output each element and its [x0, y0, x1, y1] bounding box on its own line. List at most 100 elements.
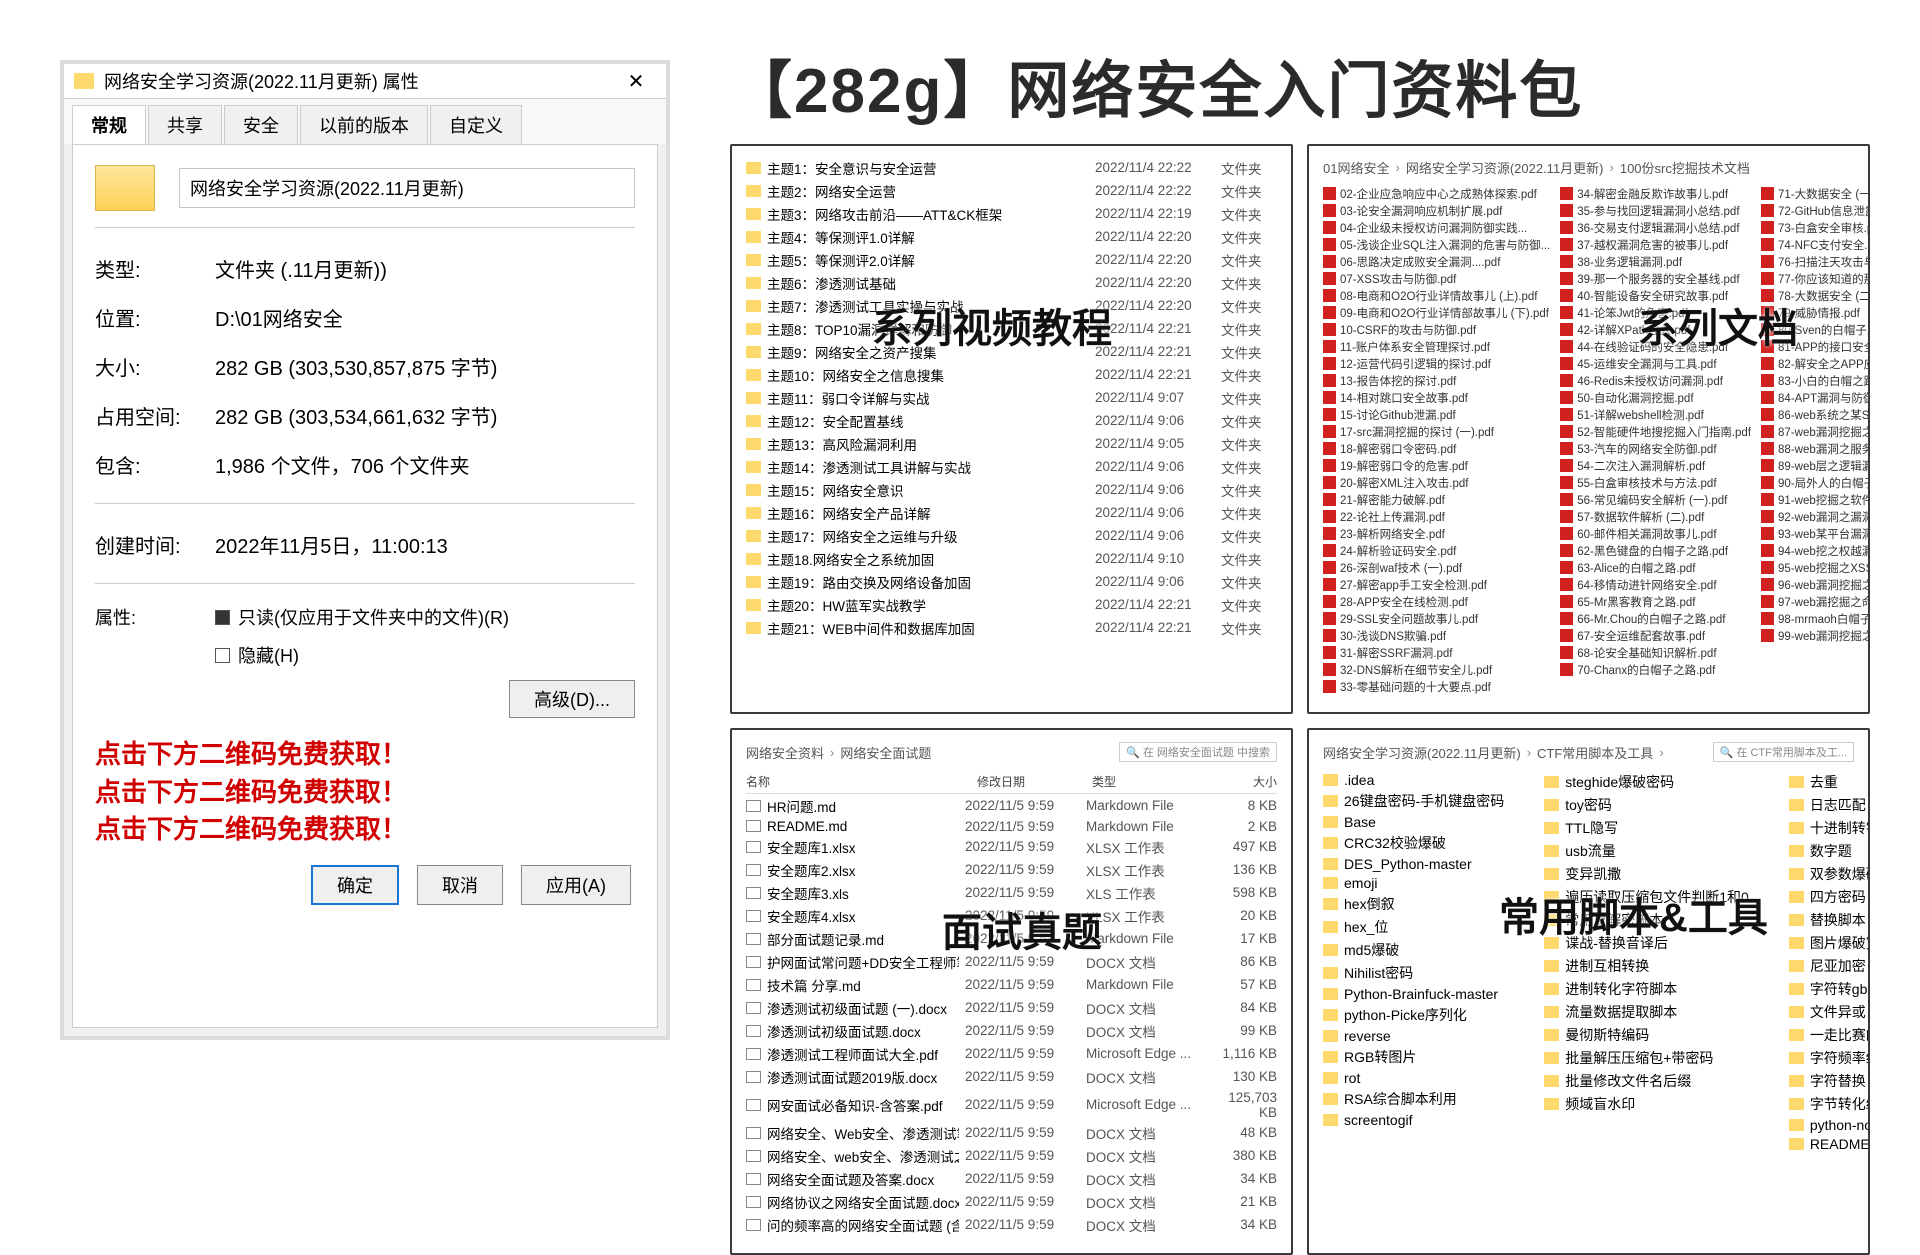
pdf-item[interactable]: 42-详解XPath注入.pdf	[1560, 321, 1751, 338]
list-item[interactable]: 一走比赛的脚本	[1789, 1023, 1870, 1046]
list-item[interactable]: 网络安全面试题及答案.docx2022/11/5 9:59DOCX 文档34 K…	[746, 1167, 1277, 1190]
pdf-item[interactable]: 82-解安全之APP应用.pdf	[1761, 355, 1870, 372]
pdf-item[interactable]: 65-Mr黑客教育之路.pdf	[1560, 593, 1751, 610]
pdf-item[interactable]: 79-威胁情报.pdf	[1761, 304, 1870, 321]
pdf-item[interactable]: 17-src漏洞挖掘的探讨 (一).pdf	[1323, 423, 1550, 440]
list-item[interactable]: 进制转化字符脚本	[1544, 977, 1749, 1000]
list-item[interactable]: 主题17：网络安全之运维与升级2022/11/4 9:06文件夹	[746, 524, 1277, 547]
list-item[interactable]: README.md	[1789, 1134, 1870, 1153]
list-item[interactable]: Python-Brainfuck-master	[1323, 984, 1504, 1003]
pdf-item[interactable]: 60-邮件相关漏洞故事儿.pdf	[1560, 525, 1751, 542]
pdf-item[interactable]: 08-电商和O2O行业详情故事儿 (上).pdf	[1323, 287, 1550, 304]
list-item[interactable]: 变异凯撒	[1544, 862, 1749, 885]
pdf-item[interactable]: 37-越权漏洞危害的被事儿.pdf	[1560, 236, 1751, 253]
list-item[interactable]: 字符转gbk编码	[1789, 977, 1870, 1000]
list-item[interactable]: 26键盘密码-手机键盘密码	[1323, 789, 1504, 812]
list-item[interactable]: python-Picke序列化	[1323, 1003, 1504, 1026]
pdf-item[interactable]: 66-Mr.Chou的白帽子之路.pdf	[1560, 610, 1751, 627]
list-item[interactable]: 主题15：网络安全意识2022/11/4 9:06文件夹	[746, 478, 1277, 501]
pdf-item[interactable]: 94-web挖之权越漏洞挖掘.pdf	[1761, 542, 1870, 559]
pdf-item[interactable]: 92-web漏洞之漏洞挖掘.pdf	[1761, 508, 1870, 525]
pdf-item[interactable]: 55-白盒审核技术与方法.pdf	[1560, 474, 1751, 491]
pdf-item[interactable]: 02-企业应急响应中心之成熟体探索.pdf	[1323, 185, 1550, 202]
tab-security[interactable]: 安全	[224, 105, 298, 144]
pdf-item[interactable]: 24-解析验证码安全.pdf	[1323, 542, 1550, 559]
pdf-item[interactable]: 84-APT漏洞与防御.pdf	[1761, 389, 1870, 406]
list-item[interactable]: HR问题.md2022/11/5 9:59Markdown File8 KB	[746, 794, 1277, 817]
pdf-item[interactable]: 45-运维安全漏洞与工具.pdf	[1560, 355, 1751, 372]
pdf-item[interactable]: 03-论安全漏洞响应机制扩展.pdf	[1323, 202, 1550, 219]
list-item[interactable]: README.md2022/11/5 9:59Markdown File2 KB	[746, 817, 1277, 835]
list-item[interactable]: 字符频率统计分析	[1789, 1046, 1870, 1069]
list-item[interactable]: 主题20：HW蓝军实战教学2022/11/4 22:21文件夹	[746, 593, 1277, 616]
pdf-item[interactable]: 95-web挖掘之XSS漏洞挖掘.pdf	[1761, 559, 1870, 576]
list-item[interactable]: 安全题库1.xlsx2022/11/5 9:59XLSX 工作表497 KB	[746, 835, 1277, 858]
list-item[interactable]: TTL隐写	[1544, 816, 1749, 839]
list-item[interactable]: 技术篇 分享.md2022/11/5 9:59Markdown File57 K…	[746, 973, 1277, 996]
pdf-item[interactable]: 74-NFC支付安全.pdf	[1761, 236, 1870, 253]
search-input[interactable]: 🔍 在 网络安全面试题 中搜索	[1119, 742, 1277, 762]
pdf-item[interactable]: 76-扫描注天攻击与防御.pdf	[1761, 253, 1870, 270]
pdf-item[interactable]: 40-智能设备安全研究故事.pdf	[1560, 287, 1751, 304]
pdf-item[interactable]: 96-web漏洞挖掘之上传漏洞.pdf	[1761, 576, 1870, 593]
list-item[interactable]: 流量数据提取脚本	[1544, 1000, 1749, 1023]
list-item[interactable]: 主题10：网络安全之信息搜集2022/11/4 22:21文件夹	[746, 363, 1277, 386]
pdf-item[interactable]: 89-web层之逻辑漏洞挖掘.pdf	[1761, 457, 1870, 474]
pdf-item[interactable]: 88-web漏洞之服务器漏洞挖掘.pdf	[1761, 440, 1870, 457]
list-item[interactable]: 网络协议之网络安全面试题.docx2022/11/5 9:59DOCX 文档21…	[746, 1190, 1277, 1213]
pdf-item[interactable]: 97-web漏挖掘之命令执行漏洞.pdf	[1761, 593, 1870, 610]
pdf-item[interactable]: 91-web挖掘之软件漏洞挖掘.pdf	[1761, 491, 1870, 508]
pdf-item[interactable]: 20-解密XML注入攻击.pdf	[1323, 474, 1550, 491]
list-item[interactable]: 网安面试必备知识-含答案.pdf2022/11/5 9:59Microsoft …	[746, 1088, 1277, 1121]
pdf-item[interactable]: 35-参与找回逻辑漏洞小总结.pdf	[1560, 202, 1751, 219]
pdf-item[interactable]: 22-论社上传漏洞.pdf	[1323, 508, 1550, 525]
pdf-item[interactable]: 77-你应该知道的那些事.pdf	[1761, 270, 1870, 287]
pdf-item[interactable]: 98-mrmaoh白帽子之路.pdf	[1761, 610, 1870, 627]
tab-custom[interactable]: 自定义	[430, 105, 522, 144]
pdf-item[interactable]: 12-运营代码引逻辑的探讨.pdf	[1323, 355, 1550, 372]
pdf-item[interactable]: 23-解析网络安全.pdf	[1323, 525, 1550, 542]
pdf-item[interactable]: 67-安全运维配套故事.pdf	[1560, 627, 1751, 644]
pdf-item[interactable]: 14-相对跳口安全故事.pdf	[1323, 389, 1550, 406]
pdf-item[interactable]: 64-移情动进针网络安全.pdf	[1560, 576, 1751, 593]
list-item[interactable]: 曼彻斯特编码	[1544, 1023, 1749, 1046]
breadcrumb[interactable]: 网络安全资料 网络安全面试题 🔍 在 网络安全面试题 中搜索	[746, 740, 1277, 770]
list-item[interactable]: DES_Python-master	[1323, 854, 1504, 873]
list-item[interactable]: 去重	[1789, 770, 1870, 793]
ok-button[interactable]: 确定	[311, 865, 399, 905]
list-item[interactable]: 日志匹配	[1789, 793, 1870, 816]
list-item[interactable]: 谍战-替换音译后	[1544, 931, 1749, 954]
list-item[interactable]: Base	[1323, 812, 1504, 831]
list-item[interactable]: python-note.md	[1789, 1115, 1870, 1134]
list-item[interactable]: 主题13：高风险漏洞利用2022/11/4 9:05文件夹	[746, 432, 1277, 455]
list-item[interactable]: toy密码	[1544, 793, 1749, 816]
search-input[interactable]: 🔍 在 CTF常用脚本及工...	[1713, 742, 1854, 762]
pdf-item[interactable]: 57-数据软件解析 (二).pdf	[1560, 508, 1751, 525]
list-item[interactable]: 主题8：TOP10漏洞详解和防御2022/11/4 22:21文件夹	[746, 317, 1277, 340]
folder-name-input[interactable]: 网络安全学习资源(2022.11月更新)	[179, 168, 635, 208]
pdf-item[interactable]: 53-汽车的网络安全防御.pdf	[1560, 440, 1751, 457]
list-item[interactable]: 主题7：渗透测试工具实操与实战2022/11/4 22:20文件夹	[746, 294, 1277, 317]
hidden-checkbox[interactable]	[215, 648, 230, 663]
list-item[interactable]: 主题9：网络安全之资产搜集2022/11/4 22:21文件夹	[746, 340, 1277, 363]
pdf-item[interactable]: 51-详解webshell检测.pdf	[1560, 406, 1751, 423]
list-item[interactable]: 渗透测试初级面试题.docx2022/11/5 9:59DOCX 文档99 KB	[746, 1019, 1277, 1042]
list-item[interactable]: 替换脚本	[1789, 908, 1870, 931]
pdf-item[interactable]: 07-XSS攻击与防御.pdf	[1323, 270, 1550, 287]
list-item[interactable]: 进制互相转换	[1544, 954, 1749, 977]
close-icon[interactable]: ✕	[616, 69, 656, 94]
pdf-item[interactable]: 54-二次注入漏洞解析.pdf	[1560, 457, 1751, 474]
pdf-item[interactable]: 30-浅谈DNS欺骗.pdf	[1323, 627, 1550, 644]
pdf-item[interactable]: 26-深剖waf技术 (一).pdf	[1323, 559, 1550, 576]
pdf-item[interactable]: 04-企业级未授权访问漏洞防御实践...	[1323, 219, 1550, 236]
advanced-button[interactable]: 高级(D)...	[509, 680, 635, 718]
list-item[interactable]: 主题19：路由交换及网络设备加固2022/11/4 9:06文件夹	[746, 570, 1277, 593]
pdf-item[interactable]: 33-零基础问题的十大要点.pdf	[1323, 678, 1550, 695]
list-item[interactable]: 双参数爆破脚本	[1789, 862, 1870, 885]
list-item[interactable]: 批量修改文件名后缀	[1544, 1069, 1749, 1092]
list-item[interactable]: .idea	[1323, 770, 1504, 789]
tab-previous[interactable]: 以前的版本	[300, 105, 428, 144]
list-item[interactable]: 主题4：等保测评1.0详解2022/11/4 22:20文件夹	[746, 225, 1277, 248]
tab-general[interactable]: 常规	[72, 105, 146, 144]
list-item[interactable]: RSA综合脚本利用	[1323, 1087, 1504, 1110]
